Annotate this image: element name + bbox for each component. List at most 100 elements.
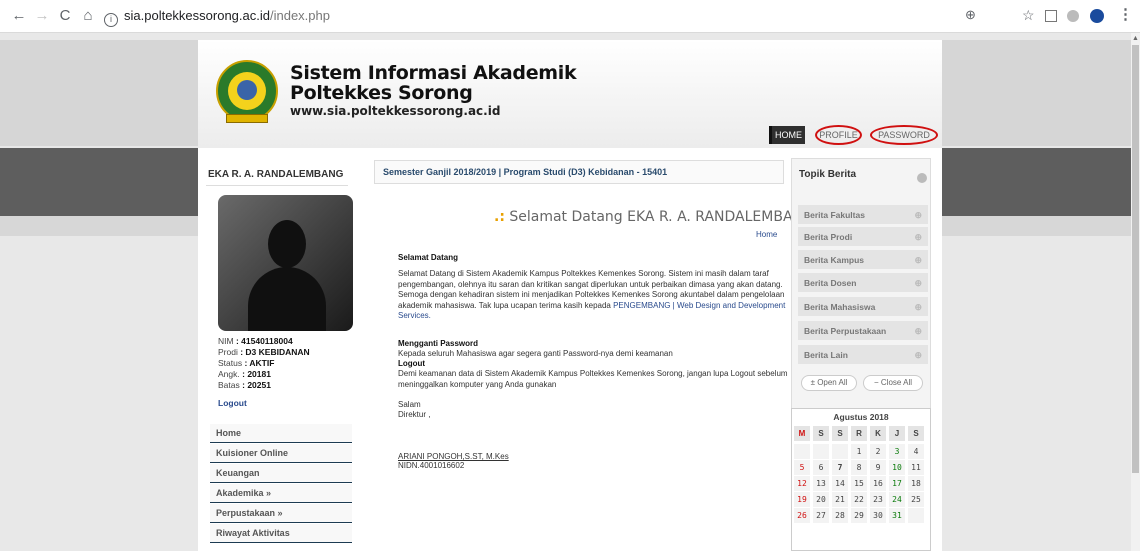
minus-icon: − [873, 378, 879, 387]
berita-mahasiswa[interactable]: Berita Mahasiswa ⊕ [798, 297, 928, 317]
scrollbar-thumb[interactable] [1132, 45, 1139, 473]
calendar-date[interactable]: 8 [851, 460, 867, 475]
logout-link[interactable]: Logout [218, 398, 247, 408]
calendar-date[interactable]: 19 [794, 492, 810, 507]
calendar-date[interactable]: 4 [908, 444, 924, 459]
calendar-date[interactable]: 29 [851, 508, 867, 523]
collapse-icon[interactable] [917, 173, 927, 183]
batas-row: Batas : 20251 [218, 380, 271, 390]
calendar-date[interactable]: 25 [908, 492, 924, 507]
expand-icon: ⊕ [914, 326, 922, 336]
bullet-icon: .: [494, 209, 505, 225]
calendar-day-header: R [851, 426, 867, 441]
berita-kampus[interactable]: Berita Kampus ⊕ [798, 250, 928, 270]
address-bar[interactable]: i sia.poltekkessorong.ac.id/index.php [104, 8, 330, 27]
calendar-day-header: J [889, 426, 905, 441]
calendar-date[interactable]: 6 [813, 460, 829, 475]
calendar-date[interactable]: 13 [813, 476, 829, 491]
student-name: EKA R. A. RANDALEMBANG [208, 169, 344, 180]
calendar-date[interactable]: 3 [889, 444, 905, 459]
menu-icon[interactable]: ⋮ [1118, 6, 1133, 24]
site-url-text: www.sia.poltekkessorong.ac.id [290, 104, 501, 118]
nidn-text: NIDN.4001016602 [398, 461, 465, 470]
calendar-date[interactable]: 26 [794, 508, 810, 523]
info-icon[interactable]: i [104, 13, 118, 27]
plus-icon: ± [810, 378, 815, 387]
site-title-line2: Poltekkes Sorong [290, 82, 473, 104]
berita-lain[interactable]: Berita Lain ⊕ [798, 345, 928, 365]
calendar-date[interactable]: 1 [851, 444, 867, 459]
nav-password[interactable]: PASSWORD [870, 125, 938, 145]
url-host: sia.poltekkessorong.ac.id [124, 8, 270, 23]
home-icon[interactable]: ⌂ [79, 7, 97, 25]
site-title-line1: Sistem Informasi Akademik [290, 62, 577, 84]
back-icon[interactable]: ← [10, 7, 28, 25]
calendar-date[interactable]: 9 [870, 460, 886, 475]
calendar-date[interactable]: 24 [889, 492, 905, 507]
calendar-date [832, 444, 848, 459]
semester-header: Semester Ganjil 2018/2019 | Program Stud… [374, 160, 784, 184]
calendar-date[interactable]: 14 [832, 476, 848, 491]
reload-icon[interactable]: C [56, 7, 74, 25]
menu-item-riwayat[interactable]: Riwayat Aktivitas [210, 524, 352, 543]
star-icon[interactable]: ☆ [1022, 6, 1035, 24]
menu-item-kuisioner[interactable]: Kuisioner Online [210, 444, 352, 463]
berita-dosen[interactable]: Berita Dosen ⊕ [798, 273, 928, 293]
expand-icon: ⊕ [914, 350, 922, 360]
zoom-icon[interactable]: ⊕ [965, 6, 976, 24]
calendar-date[interactable]: 28 [832, 508, 848, 523]
calendar-date[interactable]: 30 [870, 508, 886, 523]
calendar-date[interactable]: 2 [870, 444, 886, 459]
expand-icon: ⊕ [914, 278, 922, 288]
nav-profile[interactable]: PROFILE [815, 125, 862, 145]
calendar-date[interactable]: 17 [889, 476, 905, 491]
open-all-button[interactable]: ± Open All [801, 375, 857, 391]
berita-prodi[interactable]: Berita Prodi ⊕ [798, 227, 928, 247]
forward-icon[interactable]: → [33, 7, 51, 25]
extension-icon[interactable] [1045, 10, 1057, 22]
calendar-date[interactable]: 23 [870, 492, 886, 507]
scroll-up-icon[interactable]: ▲ [1132, 35, 1139, 42]
calendar-date [908, 508, 924, 523]
calendar-date[interactable]: 16 [870, 476, 886, 491]
extension-icon[interactable] [1067, 10, 1079, 22]
calendar-date[interactable]: 5 [794, 460, 810, 475]
calendar-date[interactable]: 22 [851, 492, 867, 507]
calendar-date [813, 444, 829, 459]
page-container: Sistem Informasi Akademik Poltekkes Soro… [198, 40, 942, 551]
prodi-row: Prodi : D3 KEBIDANAN [218, 347, 310, 357]
calendar-date[interactable]: 11 [908, 460, 924, 475]
password-paragraph: Kepada seluruh Mahasiswa agar segera gan… [398, 349, 673, 358]
calendar-day-header: S [813, 426, 829, 441]
heading-logout: Logout [398, 359, 426, 368]
direktur-text: Direktur , [398, 410, 431, 419]
calendar-date[interactable]: 12 [794, 476, 810, 491]
calendar-date[interactable]: 21 [832, 492, 848, 507]
calendar-day-header: S [832, 426, 848, 441]
nav-home[interactable]: HOME [769, 126, 805, 144]
heading-selamat: Selamat Datang [398, 253, 459, 262]
berita-fakultas[interactable]: Berita Fakultas ⊕ [798, 205, 928, 225]
extension-icon[interactable] [1090, 9, 1104, 23]
calendar-date[interactable]: 20 [813, 492, 829, 507]
poltekkes-logo [216, 60, 278, 123]
expand-icon: ⊕ [914, 232, 922, 242]
calendar-date[interactable]: 7 [832, 460, 848, 475]
calendar-date[interactable]: 15 [851, 476, 867, 491]
calendar-date[interactable]: 27 [813, 508, 829, 523]
berita-perpustakaan[interactable]: Berita Perpustakaan ⊕ [798, 321, 928, 341]
heading-password: Mengganti Password [398, 339, 479, 348]
menu-item-akademika[interactable]: Akademika » [210, 484, 352, 503]
scrollbar[interactable]: ▲ [1131, 33, 1140, 551]
welcome-paragraph: Selamat Datang di Sistem Akademik Kampus… [398, 269, 786, 320]
calendar-date[interactable]: 18 [908, 476, 924, 491]
url-path: /index.php [269, 8, 330, 23]
calendar-date[interactable]: 31 [889, 508, 905, 523]
breadcrumb-home[interactable]: Home [756, 230, 777, 239]
menu-item-keuangan[interactable]: Keuangan [210, 464, 352, 483]
expand-icon: ⊕ [914, 255, 922, 265]
menu-item-perpustakaan[interactable]: Perpustakaan » [210, 504, 352, 523]
menu-item-home[interactable]: Home [210, 424, 352, 443]
close-all-button[interactable]: − Close All [863, 375, 923, 391]
calendar-date[interactable]: 10 [889, 460, 905, 475]
